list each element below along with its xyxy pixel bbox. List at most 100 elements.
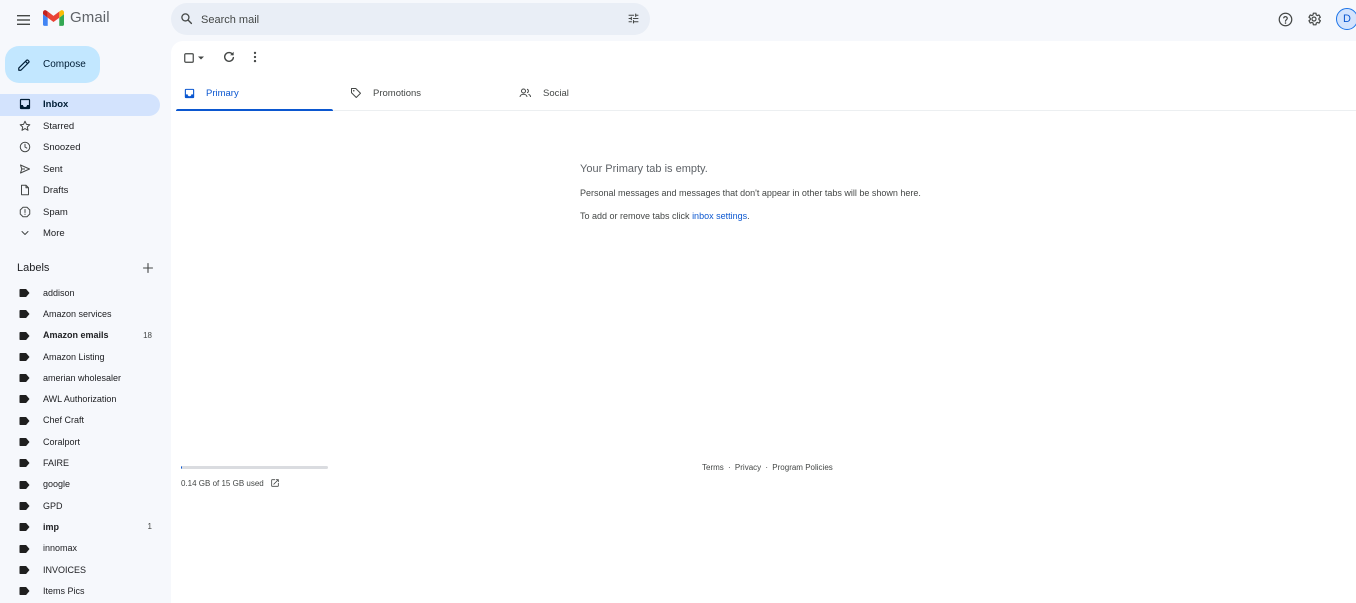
label-unread-count: 18: [143, 330, 152, 340]
search-input[interactable]: [199, 3, 603, 37]
gmail-logo-icon: [43, 9, 64, 26]
hint-prefix: To add or remove tabs click: [580, 211, 693, 221]
label-item[interactable]: AWL Authorization: [0, 388, 160, 409]
label-item[interactable]: GPD: [0, 495, 160, 516]
inbox-icon: [184, 88, 195, 98]
label-item[interactable]: imp 1: [0, 516, 160, 537]
main-panel: Primary Promotions Social Your Primary t…: [171, 41, 1356, 603]
label-tag-icon: [19, 544, 30, 553]
sidebar-item-label: More: [43, 228, 65, 240]
label-item[interactable]: addison: [0, 282, 160, 303]
label-name: Amazon emails: [43, 330, 109, 341]
label-item[interactable]: Chef Craft: [0, 410, 160, 431]
open-in-new-icon[interactable]: [270, 478, 280, 488]
caret-down-icon[interactable]: [197, 54, 205, 62]
label-item[interactable]: amerian wholesaler: [0, 367, 160, 388]
label-item[interactable]: Amazon services: [0, 303, 160, 324]
tag-icon: [351, 88, 361, 98]
label-item[interactable]: FAIRE: [0, 452, 160, 473]
send-icon: [20, 164, 30, 173]
label-tag-icon: [19, 374, 30, 383]
gmail-logo[interactable]: Gmail: [43, 9, 110, 26]
pencil-icon: [18, 58, 30, 71]
sidebar-item-snoozed[interactable]: Snoozed: [0, 137, 160, 159]
gear-icon: [1308, 12, 1321, 26]
label-tag-icon: [19, 459, 30, 468]
account-avatar[interactable]: D: [1336, 8, 1356, 30]
label-name: Coralport: [43, 436, 81, 447]
label-item[interactable]: INVOICES: [0, 559, 160, 580]
tab-label: Social: [543, 87, 569, 99]
tab-label: Primary: [206, 87, 239, 99]
more-vert-icon[interactable]: [248, 50, 262, 64]
empty-state-description: Personal messages and messages that don'…: [580, 188, 921, 198]
avatar-letter: D: [1343, 13, 1351, 25]
search-options-icon[interactable]: [627, 12, 640, 25]
label-tag-icon: [19, 501, 30, 510]
sidebar-item-label: Sent: [43, 163, 63, 175]
inbox-settings-link[interactable]: inbox settings: [692, 211, 747, 221]
top-bar: Gmail D: [0, 0, 1356, 40]
sidebar-item-more[interactable]: More: [0, 223, 160, 245]
footer-separator: ·: [728, 463, 731, 472]
inbox-icon: [19, 98, 31, 110]
select-checkbox[interactable]: [184, 53, 205, 63]
empty-state-hint: To add or remove tabs click inbox settin…: [580, 211, 750, 221]
label-unread-count: 1: [147, 522, 152, 532]
label-name: AWL Authorization: [43, 394, 117, 405]
support-button[interactable]: [1275, 9, 1295, 29]
label-item[interactable]: google: [0, 474, 160, 495]
app-name: Gmail: [70, 9, 110, 26]
label-name: amerian wholesaler: [43, 372, 122, 383]
footer-separator: ·: [765, 463, 769, 472]
search-icon[interactable]: [180, 12, 193, 25]
label-item[interactable]: Items Pics: [0, 580, 160, 601]
label-name: Chef Craft: [43, 415, 85, 426]
label-item[interactable]: Coralport: [0, 431, 160, 452]
draft-icon: [21, 184, 29, 196]
tab-social[interactable]: Social: [519, 76, 569, 110]
label-item[interactable]: Amazon emails 18: [0, 325, 160, 346]
label-item[interactable]: innomax: [0, 538, 160, 559]
sidebar-item-spam[interactable]: Spam: [0, 202, 160, 224]
labels-heading: Labels: [17, 262, 50, 274]
program-policies-link[interactable]: Program Policies: [772, 463, 832, 472]
sidebar-item-drafts[interactable]: Drafts: [0, 180, 160, 202]
label-name: google: [43, 479, 71, 490]
storage-usage-text: 0.14 GB of 15 GB used: [181, 478, 264, 488]
help-icon: [1278, 12, 1292, 26]
star-icon: [19, 120, 31, 131]
settings-button[interactable]: [1304, 9, 1324, 29]
terms-link[interactable]: Terms: [702, 463, 724, 472]
search-bar[interactable]: [171, 3, 650, 37]
sidebar-item-inbox[interactable]: Inbox: [0, 94, 160, 116]
compose-button[interactable]: Compose: [5, 46, 100, 83]
spam-icon: [19, 206, 31, 217]
label-tag-icon: [19, 310, 30, 319]
privacy-link[interactable]: Privacy: [735, 463, 761, 472]
empty-state-title: Your Primary tab is empty.: [580, 163, 708, 175]
label-name: Items Pics: [43, 585, 85, 596]
clock-icon: [19, 141, 31, 153]
add-label-icon[interactable]: [142, 262, 154, 274]
label-item[interactable]: Amazon Listing: [0, 346, 160, 367]
refresh-icon[interactable]: [222, 50, 236, 64]
sidebar-item-label: Inbox: [43, 99, 69, 111]
label-name: imp: [43, 521, 60, 532]
category-tabs: Primary Promotions Social: [176, 76, 1356, 111]
checkbox-icon: [184, 53, 194, 63]
sidebar-item-sent[interactable]: Sent: [0, 159, 160, 181]
label-tag-icon: [19, 438, 30, 447]
label-name: GPD: [43, 500, 63, 511]
main-menu-button[interactable]: [12, 8, 36, 32]
sidebar-item-starred[interactable]: Starred: [0, 116, 160, 138]
hint-suffix: .: [747, 211, 750, 221]
label-name: Amazon Listing: [43, 351, 105, 362]
tab-promotions[interactable]: Promotions: [350, 76, 421, 110]
compose-label: Compose: [43, 59, 86, 70]
storage-meter: [181, 466, 328, 469]
chevron-down-icon: [21, 231, 29, 235]
tab-primary[interactable]: Primary: [176, 76, 333, 111]
people-icon: [519, 88, 531, 98]
label-tag-icon: [19, 331, 30, 340]
